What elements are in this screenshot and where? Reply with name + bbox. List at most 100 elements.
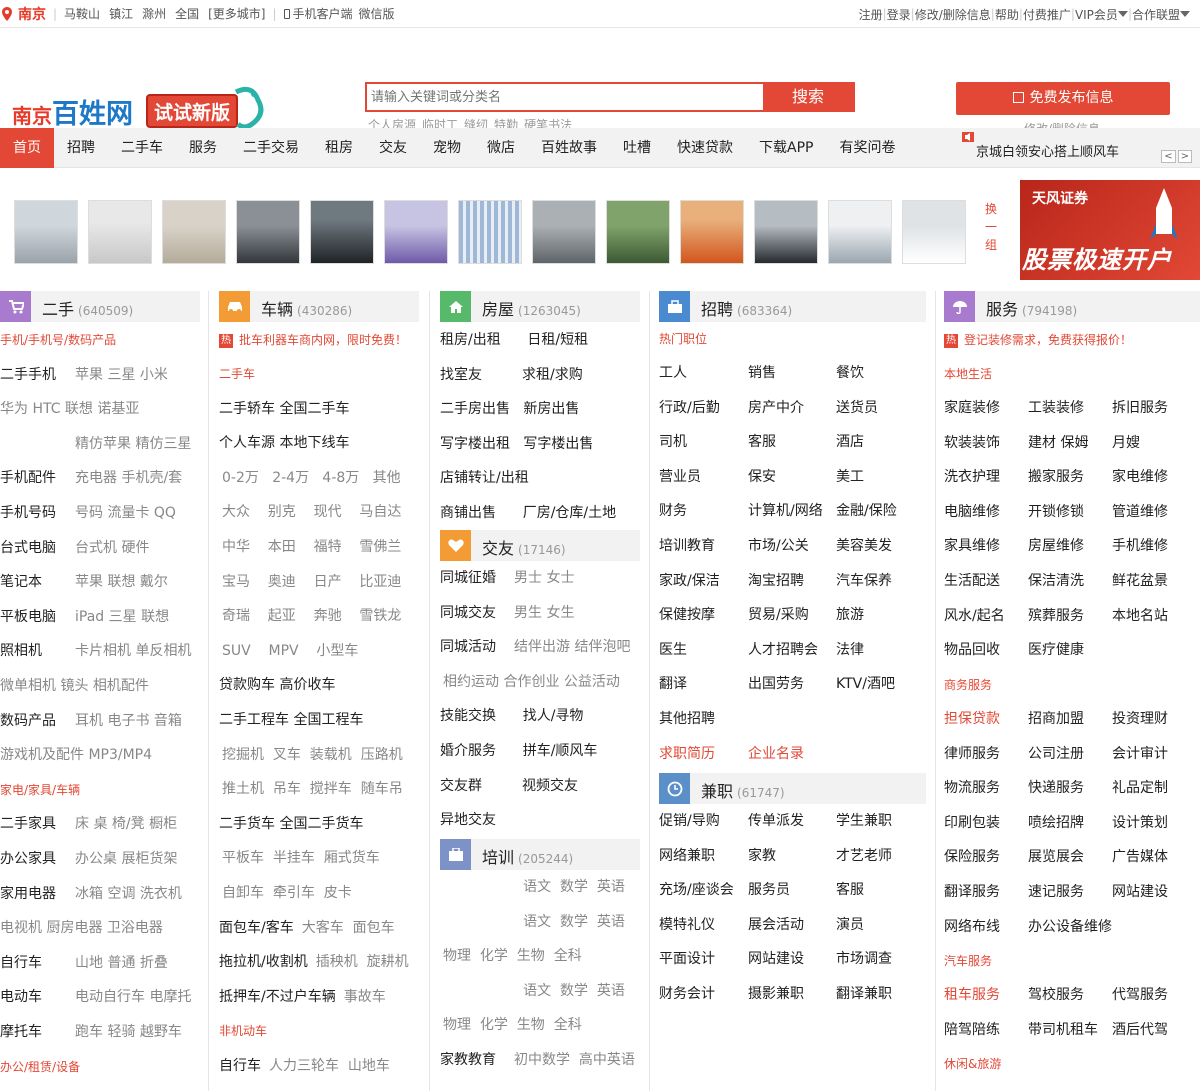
category-link[interactable]: 同城活动 [440, 636, 514, 658]
category-link[interactable]: 法律 [836, 639, 864, 661]
category-link[interactable]: 礼品定制 [1112, 777, 1168, 799]
category-link[interactable]: 美工 [836, 466, 864, 488]
category-link[interactable]: 贷款购车 高价收车 [219, 677, 335, 693]
subcategory-links[interactable]: 大众 别克 现代 马自达 [219, 504, 401, 520]
category-link[interactable]: 公司注册 [1028, 743, 1084, 765]
category-link[interactable]: 手机维修 [1112, 535, 1168, 557]
category-link[interactable]: 房产中介 [748, 397, 804, 419]
category-link[interactable]: 商铺出售 厂房/仓库/土地 [440, 505, 616, 521]
nearby-city[interactable]: 全国 [175, 7, 199, 21]
category-link[interactable]: 风水/起名 [944, 605, 1005, 627]
category-link[interactable]: 家教教育 [440, 1049, 514, 1071]
vip-link[interactable]: VIP会员 [1075, 6, 1118, 23]
nav-item[interactable]: 招聘 [54, 128, 108, 168]
category-link[interactable]: 展会活动 [748, 914, 804, 936]
partner-link[interactable]: 合作联盟 [1132, 6, 1180, 23]
subcategory-links[interactable]: 苹果 三星 小米 [75, 367, 168, 383]
category-link[interactable]: 二手房出售 新房出售 [440, 401, 579, 417]
listing-photo[interactable] [14, 200, 78, 264]
category-link[interactable]: 司机 [659, 431, 687, 453]
subcategory-links[interactable]: 平板车 半挂车 厢式货车 [219, 850, 380, 866]
category-link[interactable]: 展览展会 [1028, 846, 1084, 868]
category-header[interactable]: 二手 (640509) [0, 291, 200, 322]
category-link[interactable]: 出国劳务 [748, 673, 804, 695]
category-link[interactable]: 写字楼出租 写字楼出售 [440, 436, 593, 452]
nearby-city[interactable]: 马鞍山 [64, 7, 100, 21]
subcategory-label[interactable]: 本地生活 [944, 363, 992, 385]
category-link[interactable]: 笔记本 [0, 571, 75, 593]
category-link[interactable]: 网站建设 [1112, 881, 1168, 903]
ticker-text[interactable]: 京城白领安心搭上顺风车 [976, 141, 1119, 160]
category-link[interactable]: 网络兼职 [659, 845, 715, 867]
category-link[interactable]: 客服 [748, 431, 776, 453]
ticker-prev-button[interactable]: < [1161, 150, 1176, 163]
category-link[interactable]: 房屋维修 [1028, 535, 1084, 557]
try-new-version-button[interactable]: 试试新版 [146, 94, 238, 128]
category-link[interactable]: 租车服务 [944, 984, 1000, 1006]
nav-item[interactable]: 服务 [176, 128, 230, 168]
subcategory-links[interactable]: 男士 女士 [514, 570, 574, 586]
subcategory-label[interactable]: 办公/租赁/设备 [0, 1056, 80, 1078]
category-link[interactable]: 生活配送 [944, 570, 1000, 592]
nav-item-home[interactable]: 首页 [0, 127, 54, 168]
category-link[interactable]: 演员 [836, 914, 864, 936]
category-link[interactable]: 搬家服务 [1028, 466, 1084, 488]
category-link[interactable]: 酒后代驾 [1112, 1019, 1168, 1041]
subcategory-links[interactable]: 卡片相机 单反相机 [75, 643, 191, 659]
subcategory-links[interactable]: 充电器 手机壳/套 [75, 470, 182, 486]
category-link[interactable]: 开锁修锁 [1028, 501, 1084, 523]
category-link[interactable]: 店铺转让/出租 [440, 470, 529, 486]
category-link[interactable]: 保洁清洗 [1028, 570, 1084, 592]
category-link[interactable]: 充场/座谈会 [659, 879, 734, 901]
category-link[interactable]: 家政/保洁 [659, 570, 720, 592]
category-link[interactable]: 台式电脑 [0, 537, 75, 559]
category-link[interactable]: 网络布线 [944, 916, 1000, 938]
category-link[interactable]: 月嫂 [1112, 432, 1140, 454]
subcategory-links[interactable]: SUV MPV 小型车 [219, 643, 358, 659]
category-link[interactable]: 市场调查 [836, 948, 892, 970]
category-link[interactable]: 促销/导购 [659, 810, 720, 832]
subcategory-links[interactable]: 人力三轮车 山地车 [269, 1058, 390, 1074]
listing-photo[interactable] [88, 200, 152, 264]
category-link[interactable]: 交友群 视频交友 [440, 775, 578, 797]
category-link[interactable]: 快递服务 [1028, 777, 1084, 799]
category-link[interactable]: 财务 [659, 500, 687, 522]
publish-button[interactable]: 免费发布信息 [956, 82, 1170, 115]
category-link[interactable]: 平面设计 [659, 948, 715, 970]
subcategory-links[interactable]: 游戏机及配件 MP3/MP4 [0, 747, 152, 763]
category-link[interactable]: 二手轿车 全国二手车 [219, 401, 349, 417]
category-link[interactable]: 殡葬服务 [1028, 605, 1084, 627]
promo-link[interactable]: 登记装修需求，免费获得报价！ [964, 333, 1132, 347]
category-link[interactable]: 医生 [659, 639, 687, 661]
category-link[interactable]: 旅游 [836, 604, 864, 626]
category-link[interactable]: 贸易/采购 [748, 604, 809, 626]
swap-photos-button[interactable]: 换一组 [984, 200, 998, 254]
category-link[interactable]: 物流服务 [944, 777, 1000, 799]
nearby-city[interactable]: 滁州 [142, 7, 166, 21]
listing-photo[interactable] [828, 200, 892, 264]
listing-photo[interactable] [310, 200, 374, 264]
category-header[interactable]: 招聘 (683364) [659, 291, 926, 322]
category-link[interactable]: 市场/公关 [748, 535, 809, 557]
subcategory-label[interactable]: 二手车 [219, 363, 255, 385]
subcategory-links[interactable]: 物理 化学 生物 全科 [440, 948, 582, 964]
resume-link[interactable]: 求职简历 [659, 743, 715, 765]
category-header[interactable]: 培训 (205244) [440, 839, 640, 870]
category-link[interactable]: 翻译 [659, 673, 687, 695]
subcategory-links[interactable]: 男生 女生 [514, 605, 574, 621]
subcategory-links[interactable]: 物理 化学 生物 全科 [440, 1017, 582, 1033]
category-link[interactable]: 数码产品 [0, 710, 75, 732]
subcategory-links[interactable]: 冰箱 空调 洗衣机 [75, 886, 182, 902]
category-link[interactable]: 汽车保养 [836, 570, 892, 592]
category-link[interactable]: 传单派发 [748, 810, 804, 832]
subcategory-links[interactable]: 山地 普通 折叠 [75, 955, 168, 971]
search-input[interactable] [367, 84, 763, 110]
category-link[interactable]: 人才招聘会 [748, 639, 818, 661]
subcategory-links[interactable]: 事故车 [344, 989, 386, 1005]
category-link[interactable]: 会计审计 [1112, 743, 1168, 765]
category-link[interactable]: 培训教育 [659, 535, 715, 557]
nav-item[interactable]: 二手车 [108, 128, 176, 168]
search-button[interactable]: 搜索 [763, 84, 853, 110]
paid-promo-link[interactable]: 付费推广 [1023, 6, 1071, 23]
subcategory-links[interactable]: 推土机 吊车 搅拌车 随车吊 [219, 781, 403, 797]
